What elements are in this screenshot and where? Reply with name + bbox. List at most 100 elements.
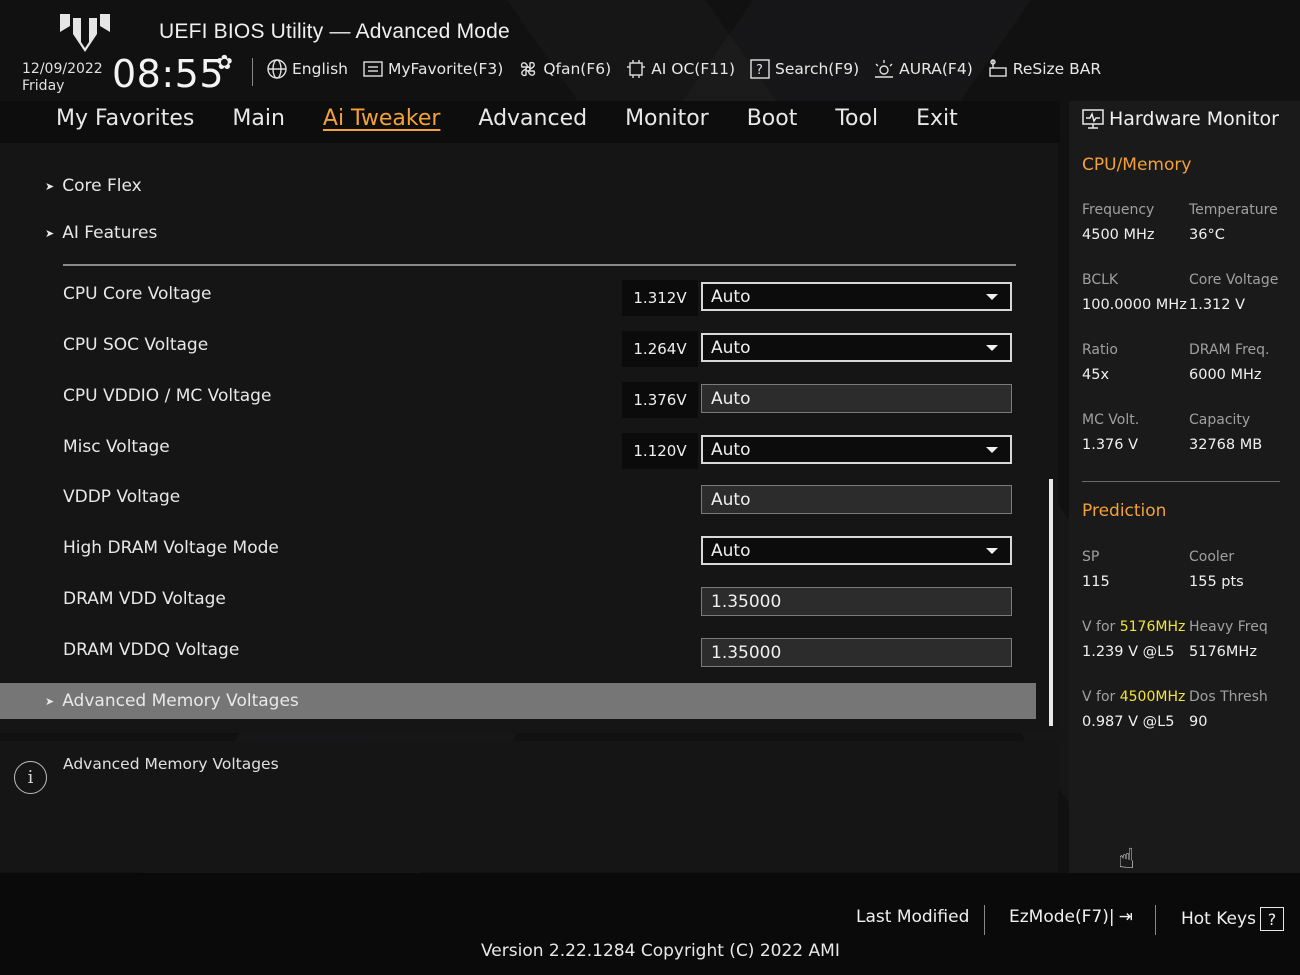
language-label: English bbox=[292, 60, 348, 78]
v-for-value: 0.987 V @L5 bbox=[1082, 714, 1175, 730]
arrow-right-icon: ➤ bbox=[45, 179, 55, 193]
toolbar: English MyFavorite(F3) Qfan(F6) AI OC(F1… bbox=[266, 58, 1101, 80]
dram-vdd-voltage-field[interactable]: 1.35000 bbox=[701, 587, 1012, 616]
cpu-core-voltage-dropdown[interactable]: Auto bbox=[701, 282, 1012, 311]
submenu-label: AI Features bbox=[62, 223, 158, 243]
hotkeys-label: Hot Keys bbox=[1181, 909, 1256, 929]
tab-monitor[interactable]: Monitor bbox=[625, 106, 709, 131]
divider bbox=[252, 58, 253, 86]
v-for-text: V for bbox=[1082, 689, 1116, 705]
setting-label-dram-vddq-voltage: DRAM VDDQ Voltage bbox=[63, 640, 240, 660]
v-for-value: 1.239 V @L5 bbox=[1082, 644, 1175, 660]
hotkeys-button[interactable]: Hot Keys ? bbox=[1181, 907, 1284, 931]
prediction-heading: Prediction bbox=[1082, 501, 1167, 521]
dram-vddq-voltage-field[interactable]: 1.35000 bbox=[701, 638, 1012, 667]
submenu-label: Advanced Memory Voltages bbox=[62, 691, 299, 711]
setting-label-cpu-soc-voltage: CPU SOC Voltage bbox=[63, 335, 209, 355]
caret-down-icon bbox=[986, 548, 998, 554]
myfavorite-label: MyFavorite(F3) bbox=[387, 60, 504, 78]
current-voltage: 1.264V bbox=[622, 331, 698, 367]
vddp-voltage-field[interactable]: Auto bbox=[701, 485, 1012, 514]
cpu-vddio-mc-voltage-field[interactable]: Auto bbox=[701, 384, 1012, 413]
resize-bar-label: ReSize BAR bbox=[1012, 60, 1102, 78]
selected-row[interactable]: ➤ Advanced Memory Voltages bbox=[0, 683, 1036, 719]
aura-button[interactable]: AURA(F4) bbox=[873, 58, 973, 80]
tab-main[interactable]: Main bbox=[232, 106, 285, 131]
caret-down-icon bbox=[986, 294, 998, 300]
ezmode-label: EzMode(F7)| bbox=[1009, 907, 1115, 927]
ezmode-button[interactable]: EzMode(F7)| ⇥ bbox=[1009, 907, 1133, 927]
search-label: Search(F9) bbox=[775, 60, 860, 78]
date: 12/09/2022 bbox=[22, 61, 103, 77]
dram-freq-value: 6000 MHz bbox=[1189, 367, 1262, 383]
resize-bar-icon bbox=[989, 59, 1007, 77]
submenu-ai-features[interactable]: ➤ AI Features bbox=[45, 223, 157, 243]
exit-arrow-icon: ⇥ bbox=[1118, 907, 1133, 927]
help-icon: ? bbox=[1259, 907, 1284, 931]
qfan-button[interactable]: Qfan(F6) bbox=[517, 58, 611, 80]
tab-exit[interactable]: Exit bbox=[916, 106, 958, 131]
current-voltage: 1.312V bbox=[622, 280, 698, 316]
capacity-label: Capacity bbox=[1189, 412, 1251, 428]
submenu-label: Core Flex bbox=[62, 176, 142, 196]
hw-divider bbox=[1082, 481, 1280, 482]
info-text: Advanced Memory Voltages bbox=[63, 755, 279, 773]
v-for-label: V for 5176MHz bbox=[1082, 619, 1185, 635]
submenu-advanced-memory-voltages[interactable]: ➤ Advanced Memory Voltages bbox=[45, 691, 299, 711]
qfan-label: Qfan(F6) bbox=[543, 60, 612, 78]
dos-thresh-label: Dos Thresh bbox=[1189, 689, 1268, 705]
hand-cursor-icon: ☝ bbox=[1118, 842, 1136, 875]
high-dram-voltage-mode-dropdown[interactable]: Auto bbox=[701, 536, 1012, 565]
hardware-monitor-title: Hardware Monitor bbox=[1081, 108, 1279, 130]
sp-value: 115 bbox=[1082, 574, 1110, 590]
language-button[interactable]: English bbox=[266, 58, 348, 80]
ratio-label: Ratio bbox=[1082, 342, 1118, 358]
bclk-label: BCLK bbox=[1082, 272, 1119, 288]
heavy-freq-label: Heavy Freq bbox=[1189, 619, 1268, 635]
last-modified-button[interactable]: Last Modified bbox=[856, 907, 969, 927]
tab-boot[interactable]: Boot bbox=[747, 106, 798, 131]
version-text: Version 2.22.1284 Copyright (C) 2022 AMI bbox=[481, 941, 840, 961]
divider bbox=[1155, 905, 1156, 935]
tab-ai-tweaker[interactable]: Ai Tweaker bbox=[323, 106, 441, 131]
tab-my-favorites[interactable]: My Favorites bbox=[56, 106, 194, 131]
resize-bar-button[interactable]: ReSize BAR bbox=[987, 58, 1101, 80]
myfavorite-button[interactable]: MyFavorite(F3) bbox=[362, 58, 503, 80]
dropdown-value: Auto bbox=[711, 286, 751, 307]
globe-icon bbox=[267, 59, 287, 79]
setting-label-high-dram-voltage-mode: High DRAM Voltage Mode bbox=[63, 538, 279, 558]
monitor-icon bbox=[1082, 109, 1104, 129]
v-for-freq: 4500MHz bbox=[1119, 689, 1186, 705]
search-button[interactable]: ? Search(F9) bbox=[749, 58, 859, 80]
tab-advanced[interactable]: Advanced bbox=[478, 106, 587, 131]
bclk-value: 100.0000 MHz bbox=[1082, 297, 1187, 313]
core-voltage-value: 1.312 V bbox=[1189, 297, 1246, 313]
info-icon: i bbox=[14, 761, 47, 794]
submenu-core-flex[interactable]: ➤ Core Flex bbox=[45, 176, 142, 196]
heavy-freq-value: 5176MHz bbox=[1189, 644, 1257, 660]
ratio-value: 45x bbox=[1082, 367, 1110, 383]
setting-label-misc-voltage: Misc Voltage bbox=[63, 437, 170, 457]
setting-label-vddp-voltage: VDDP Voltage bbox=[63, 487, 181, 507]
svg-text:?: ? bbox=[756, 63, 763, 78]
scrollbar[interactable] bbox=[1049, 479, 1053, 726]
aura-label: AURA(F4) bbox=[899, 60, 973, 78]
ai-oc-label: AI OC(F11) bbox=[651, 60, 736, 78]
dropdown-value: Auto bbox=[711, 540, 751, 561]
gear-icon[interactable]: ✿ bbox=[216, 50, 233, 74]
section-divider bbox=[63, 264, 1016, 266]
misc-voltage-dropdown[interactable]: Auto bbox=[701, 435, 1012, 464]
current-voltage: 1.376V bbox=[622, 382, 698, 418]
cpu-soc-voltage-dropdown[interactable]: Auto bbox=[701, 333, 1012, 362]
day: Friday bbox=[22, 78, 65, 94]
ai-oc-button[interactable]: AI OC(F11) bbox=[625, 58, 735, 80]
dos-thresh-value: 90 bbox=[1189, 714, 1208, 730]
v-for-text: V for bbox=[1082, 619, 1116, 635]
ai-oc-icon bbox=[627, 60, 646, 78]
header: UEFI BIOS Utility — Advanced Mode 12/09/… bbox=[0, 0, 1300, 100]
tab-tool[interactable]: Tool bbox=[835, 106, 878, 131]
date-display: 12/09/2022 Friday bbox=[22, 61, 103, 95]
current-voltage: 1.120V bbox=[622, 433, 698, 469]
aura-icon bbox=[875, 60, 894, 78]
mc-volt-label: MC Volt. bbox=[1082, 412, 1140, 428]
